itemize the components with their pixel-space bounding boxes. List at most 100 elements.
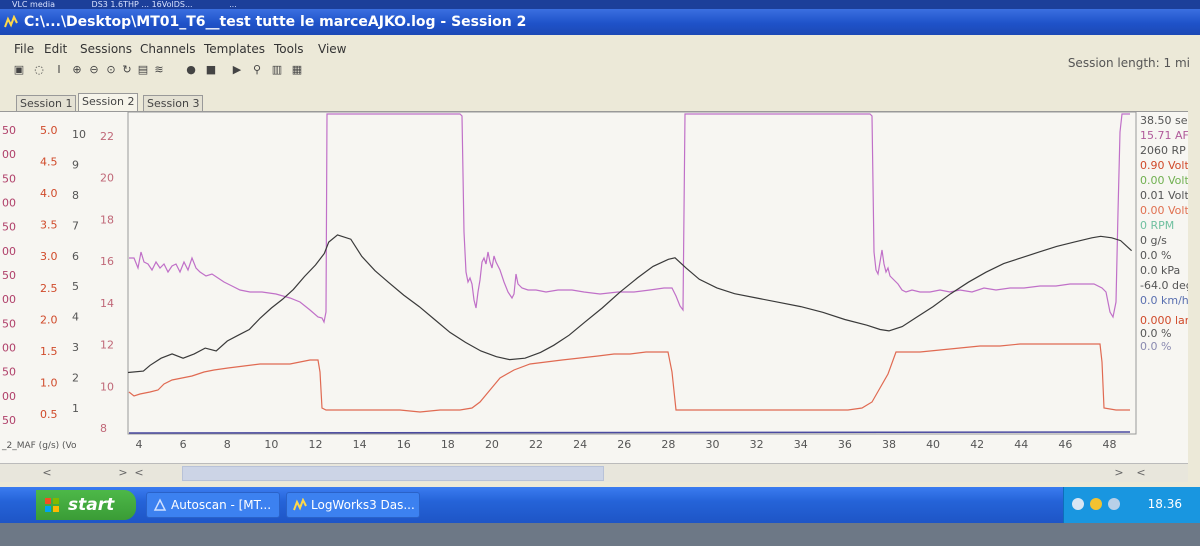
session-length: Session length: 1 mi — [1067, 56, 1190, 70]
taskbar-item-logworks[interactable]: LogWorks3 Das... — [286, 492, 420, 518]
record-icon[interactable]: ● — [184, 63, 198, 77]
value-readouts: 38.50 se 15.71 AF 2060 RP 0.90 Volt 0.00 Vol… — [1140, 114, 1188, 353]
x-tick-label: 40 — [926, 438, 940, 451]
y-axis-label: 3.0 — [40, 250, 58, 263]
logworks-icon — [293, 498, 307, 511]
y-axis-label: 9 — [72, 158, 79, 171]
y-axis-label: 2 — [72, 372, 79, 385]
cursor-icon[interactable]: I — [52, 63, 66, 77]
tray-security-icon[interactable] — [1090, 498, 1102, 510]
menu-edit[interactable]: Edit — [44, 42, 67, 56]
log-chart[interactable]: 50 00 50 00 50 00 50 00 50 00 50 00 50 5.0 4.5 4.0 3.5 3.… — [0, 112, 1188, 464]
strip-item: DS3 1.6THP ... 16VolDS... — [91, 0, 193, 9]
x-tick-label: 12 — [308, 438, 322, 451]
zoom-fit-icon[interactable]: ⊙ — [104, 63, 118, 77]
y-axis-label: 4.0 — [40, 187, 58, 200]
menu-view[interactable]: View — [318, 42, 346, 56]
clock: 18.36 — [1147, 497, 1182, 511]
y-axis-label: 50 — [2, 414, 16, 427]
x-tick-label: 32 — [750, 438, 764, 451]
y-axis-label: 50 — [2, 366, 16, 379]
y-axis-label: 4 — [72, 311, 79, 324]
scroll-right-button[interactable]: > — [1112, 466, 1126, 480]
x-tick-label: 42 — [970, 438, 984, 451]
readout-value: 0.01 Volt — [1140, 189, 1188, 202]
tab-session-2[interactable]: Session 2 — [78, 93, 139, 111]
y-axis-label: 00 — [2, 342, 16, 355]
logworks-app-icon — [4, 15, 18, 28]
background-window-strip: VLC media DS3 1.6THP ... 16VolDS... ... — [0, 0, 1200, 9]
readout-value: 0.90 Volt — [1140, 159, 1188, 172]
x-tick-label: 44 — [1014, 438, 1028, 451]
refresh-icon[interactable]: ↻ — [120, 63, 134, 77]
y-axis-labels: 50 00 50 00 50 00 50 00 50 00 50 00 50 5.0 4.5 4.0 3.5 3.… — [2, 124, 114, 435]
start-button[interactable]: start — [36, 490, 136, 520]
tray-volume-icon[interactable] — [1108, 498, 1120, 510]
x-tick-label: 26 — [617, 438, 631, 451]
x-tick-label: 14 — [353, 438, 367, 451]
y-axis-label: 16 — [100, 255, 114, 268]
y-axis-label: 50 — [2, 269, 16, 282]
x-tick-label: 22 — [529, 438, 543, 451]
readout-value: 2060 RP — [1140, 144, 1186, 157]
tab-session-1[interactable]: Session 1 — [16, 95, 77, 111]
scroll-thumb[interactable] — [182, 466, 604, 481]
readout-value: 0.000 lan — [1140, 314, 1188, 327]
y-axis-label: 00 — [2, 245, 16, 258]
help-icon[interactable]: ◌ — [32, 63, 46, 77]
menu-sessions[interactable]: Sessions — [80, 42, 132, 56]
y-axis-label: 50 — [2, 124, 16, 137]
stop-icon[interactable]: ■ — [204, 63, 218, 77]
chart-icon[interactable]: ▥ — [270, 63, 284, 77]
open-icon[interactable]: ▣ — [12, 63, 26, 77]
taskbar-item-label: Autoscan - [MT... — [171, 498, 272, 512]
menu-bar: File Edit Sessions Channels Templates To… — [0, 39, 1200, 59]
note-icon[interactable]: ▤ — [136, 63, 150, 77]
y-axis-label: 18 — [100, 213, 114, 226]
readout-value: 0.00 Volt — [1140, 204, 1188, 217]
y-axis-label: 22 — [100, 130, 114, 143]
plot-area[interactable]: 50 00 50 00 50 00 50 00 50 00 50 00 50 5.0 4.5 4.0 3.5 3.… — [0, 111, 1188, 464]
zoom-in-icon[interactable]: ⊕ — [70, 63, 84, 77]
window-titlebar[interactable]: C:\...\Desktop\MT01_T6__test tutte le ma… — [0, 9, 1200, 35]
tab-session-3[interactable]: Session 3 — [143, 95, 204, 111]
readout-value: 0.0 kPa — [1140, 264, 1180, 277]
y-axis-label: 2.5 — [40, 282, 58, 295]
x-tick-label: 8 — [224, 438, 231, 451]
scroll-left-button[interactable]: < — [40, 466, 54, 480]
horizontal-scrollbar[interactable]: < > < > < — [0, 463, 1188, 482]
menu-templates[interactable]: Templates — [204, 42, 265, 56]
grid-icon[interactable]: ▦ — [290, 63, 304, 77]
start-label: start — [68, 495, 115, 515]
system-tray: 18.36 — [1063, 487, 1200, 523]
readout-value: 0.0 % — [1140, 340, 1171, 353]
y-axis-label: 7 — [72, 219, 79, 232]
menu-tools[interactable]: Tools — [274, 42, 304, 56]
y-axis-label: 5.0 — [40, 124, 58, 137]
y-axis-label: 1.0 — [40, 376, 58, 389]
y-axis-label: 00 — [2, 148, 16, 161]
zoom-out-icon[interactable]: ⊖ — [87, 63, 101, 77]
y-axis-label: 5 — [72, 280, 79, 293]
taskbar-item-label: LogWorks3 Das... — [311, 498, 415, 512]
taskbar-item-autoscan[interactable]: Autoscan - [MT... — [146, 492, 280, 518]
menu-file[interactable]: File — [14, 42, 34, 56]
monitor-bezel — [0, 523, 1200, 546]
scroll-right-small-button[interactable]: > — [116, 466, 130, 480]
desktop-screen: VLC media DS3 1.6THP ... 16VolDS... ... … — [0, 0, 1200, 546]
y-axis-label: 8 — [100, 422, 107, 435]
scroll-left-end-button[interactable]: < — [1134, 466, 1148, 480]
x-axis-ticks: 4 6 8 10 12 14 16 18 20 22 24 26 28 30 32 34 36 38 40 42 44 4… — [136, 438, 1117, 451]
readout-value: 15.71 AF — [1140, 129, 1188, 142]
wave-icon[interactable]: ≋ — [152, 63, 166, 77]
y-axis-label: 50 — [2, 172, 16, 185]
play-icon[interactable]: ▶ — [230, 63, 244, 77]
find-icon[interactable]: ⚲ — [250, 63, 264, 77]
y-axis-label: 12 — [100, 339, 114, 352]
y-axis-label: 10 — [100, 380, 114, 393]
scroll-left-small-button[interactable]: < — [132, 466, 146, 480]
tray-network-icon[interactable] — [1072, 498, 1084, 510]
menu-channels[interactable]: Channels — [140, 42, 196, 56]
y-axis-label: 0.5 — [40, 408, 58, 421]
readout-value: 0 g/s — [1140, 234, 1167, 247]
